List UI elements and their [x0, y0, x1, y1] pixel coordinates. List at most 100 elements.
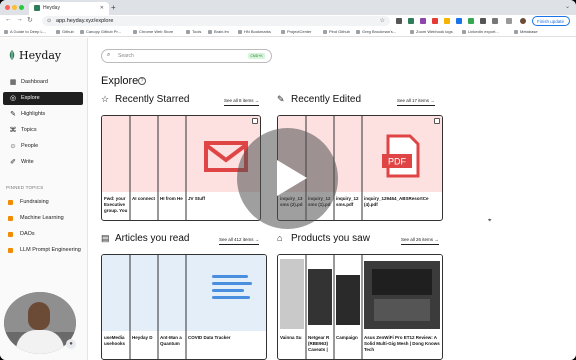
extension-icon[interactable]	[420, 18, 426, 24]
card-caption: JV Stuff	[188, 196, 206, 201]
reload-icon[interactable]: ↻	[27, 16, 33, 24]
sidebar-item-label: Topics	[21, 127, 37, 133]
play-icon	[277, 160, 307, 196]
sidebar-item-highlights[interactable]: ✎ Highlights	[3, 108, 83, 121]
extension-icon[interactable]	[432, 18, 438, 24]
close-window-icon[interactable]	[5, 5, 10, 10]
help-icon[interactable]: ?	[138, 77, 146, 85]
card-caption: Ant-Man a Quantum	[160, 335, 182, 346]
extensions-puzzle-icon[interactable]	[492, 18, 498, 24]
card-caption: Campaign	[336, 335, 358, 340]
sidebar-item-label: People	[21, 143, 39, 149]
card-caption: inquiry_129464_ABSResortCe (4).pdf	[364, 196, 429, 207]
screen: Heyday ✕ + ⌄ ← → ↻ ⊙ app.heyday.xyz/expl…	[0, 0, 576, 360]
bookmark-item[interactable]: Zoom Webhook logs	[410, 29, 453, 34]
card-caption: HI from He	[160, 196, 183, 201]
forward-icon[interactable]: →	[16, 16, 23, 23]
see-all-edited-link[interactable]: See all 17 items →	[397, 98, 435, 106]
svg-text:PDF: PDF	[388, 157, 407, 167]
sidebar-item-topics[interactable]: ⌘ Topics	[3, 124, 83, 137]
tag-icon: ⌂	[277, 233, 283, 243]
bookmark-item[interactable]: Github	[56, 29, 74, 34]
compass-icon: ◎	[9, 94, 17, 102]
profile-avatar[interactable]	[520, 18, 526, 24]
tab-search-icon[interactable]: ⌄	[565, 3, 570, 10]
pinned-topics-heading: PINNED TOPICS	[6, 185, 44, 190]
card-checkbox[interactable]	[252, 118, 258, 124]
sidebar-item-dashboard[interactable]: ▦ Dashboard	[3, 76, 83, 89]
product-thumbnail	[278, 255, 442, 331]
products-card-stack[interactable]: Vainna Su Netgear R (RBE963) Caveats | C…	[277, 254, 443, 360]
page-title: Explore	[101, 75, 139, 87]
new-tab-icon[interactable]: +	[111, 3, 116, 12]
search-placeholder: Search	[118, 53, 134, 59]
address-bar[interactable]: ⊙ app.heyday.xyz/explore ☆	[42, 16, 390, 26]
sidebar-item-people[interactable]: ☺ People	[3, 140, 83, 153]
search-shortcut-badge: CMD+K	[248, 53, 265, 59]
articles-card-stack[interactable]: useMedia usehooks Heyday D Ant-Man a Qua…	[101, 254, 267, 360]
sidebar-item-write[interactable]: ✐ Write	[3, 156, 83, 169]
see-all-products-link[interactable]: See all 26 items →	[401, 237, 439, 245]
pinned-topic-item[interactable]: DAOs	[8, 230, 86, 238]
articles-title: Articles you read	[115, 233, 190, 244]
bookmark-item[interactable]: Brain.fm	[208, 29, 229, 34]
bookmark-item[interactable]: ProjectCenter	[281, 29, 311, 34]
card-caption: Asus ZenWiFi Pro ET12 Review: A Solid Mu…	[364, 335, 440, 352]
card-checkbox[interactable]	[434, 118, 440, 124]
card-caption: Netgear R (RBE963) Caveats |	[308, 335, 330, 352]
heyday-favicon-icon	[34, 5, 40, 11]
card-caption: Vainna Su	[280, 335, 302, 340]
card-caption: Fwd: your Executive group. You	[104, 196, 128, 213]
extension-icon[interactable]	[456, 18, 462, 24]
card-caption: Heyday D	[132, 335, 153, 340]
extension-icon[interactable]	[444, 18, 450, 24]
finish-update-button[interactable]: Finish update	[532, 16, 570, 26]
sidebar-toggle-icon[interactable]	[506, 18, 512, 24]
bookmark-item[interactable]: Canopy Github Pr...	[80, 29, 121, 34]
bookmark-item[interactable]: Metabase	[514, 29, 538, 34]
card-caption: useMedia usehooks	[104, 335, 126, 346]
minimize-window-icon[interactable]	[12, 5, 17, 10]
pinned-topic-item[interactable]: Machine Learning	[8, 214, 86, 222]
star-icon: ☆	[101, 94, 110, 104]
topics-icon: ⌘	[9, 126, 17, 134]
person-icon: ☺	[9, 142, 17, 150]
bookmark-item[interactable]: Tools	[186, 29, 201, 34]
extension-icon[interactable]	[468, 18, 474, 24]
lock-icon: ⊙	[47, 18, 52, 24]
edit-icon: ✎	[277, 94, 285, 104]
video-play-button[interactable]	[237, 128, 338, 229]
card-caption: COVID Data Tracker	[188, 335, 231, 340]
products-title: Products you saw	[291, 233, 370, 244]
url-text: app.heyday.xyz/explore	[56, 18, 114, 24]
browser-tab[interactable]: Heyday ✕	[29, 2, 109, 15]
heyday-logo-icon	[9, 50, 15, 60]
maximize-window-icon[interactable]	[19, 5, 24, 10]
extension-icon[interactable]	[396, 18, 402, 24]
back-icon[interactable]: ←	[5, 16, 12, 23]
see-all-starred-link[interactable]: See all 8 items →	[224, 98, 260, 106]
see-all-articles-link[interactable]: See all 412 items →	[219, 237, 260, 245]
close-tab-icon[interactable]: ✕	[100, 5, 104, 11]
search-input[interactable]: ⌕ Search CMD+K	[101, 49, 272, 63]
microphone-icon[interactable]: ●	[66, 339, 76, 349]
card-caption: AI connect	[132, 196, 156, 201]
extension-icon[interactable]	[480, 18, 486, 24]
articles-icon: ▤	[101, 233, 110, 243]
bookmark-item[interactable]: Pind Github	[323, 29, 350, 34]
bookmark-item[interactable]: Greg Brockman's...	[356, 29, 396, 34]
bookmark-star-icon[interactable]: ☆	[380, 17, 385, 24]
sidebar-item-label: Write	[21, 159, 34, 165]
sidebar-item-label: Highlights	[21, 111, 46, 117]
sidebar-item-explore[interactable]: ◎ Explore	[3, 92, 83, 105]
app-name: Heyday	[19, 49, 62, 62]
pinned-topic-item[interactable]: Fundraising	[8, 198, 86, 206]
bookmark-item[interactable]: HN Bookmarks	[238, 29, 271, 34]
pinned-topic-item[interactable]: LLM Prompt Engineering	[8, 246, 86, 254]
card-caption: inquiry_12 sms.pdf	[336, 196, 359, 207]
bookmark-item[interactable]: Chrome Web Store	[133, 29, 173, 34]
highlighter-icon: ✎	[10, 110, 16, 118]
extension-icon[interactable]	[408, 18, 414, 24]
bookmark-item[interactable]: A Guide to Deep L...	[4, 29, 46, 34]
bookmark-item[interactable]: LinkedIn export...	[462, 29, 499, 34]
